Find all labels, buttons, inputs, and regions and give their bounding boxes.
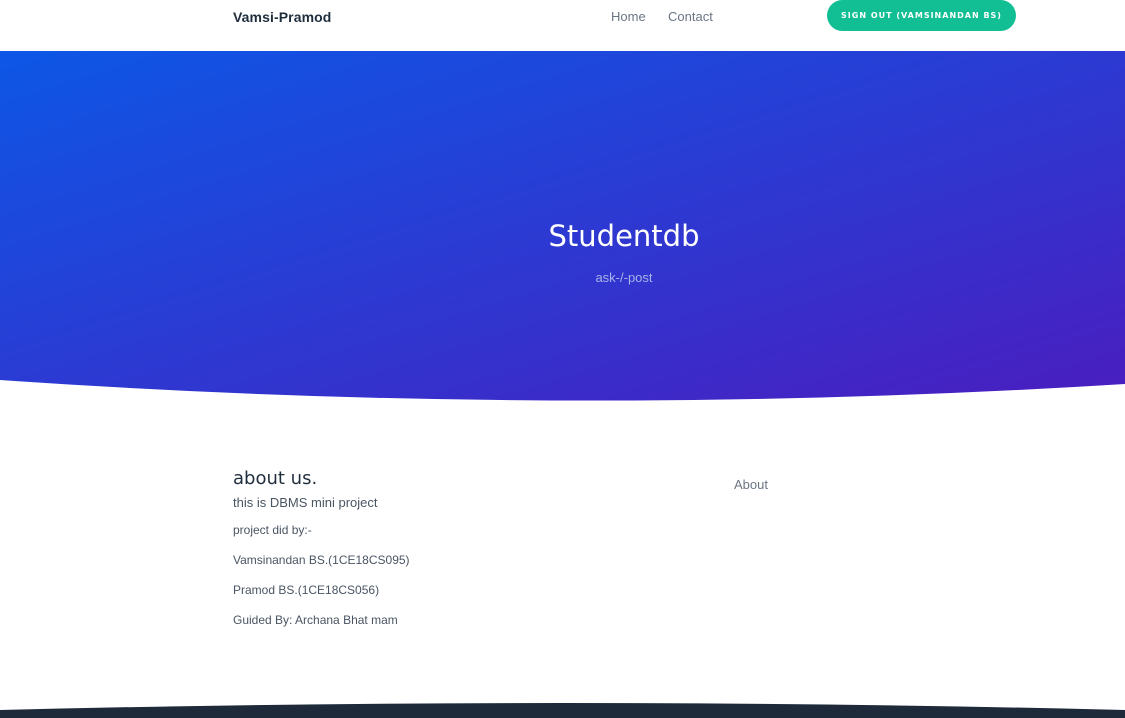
about-member-pramod: Pramod BS.(1CE18CS056)	[233, 583, 380, 597]
about-member-vamsinandan: Vamsinandan BS.(1CE18CS095)	[233, 553, 410, 567]
footer-shape	[0, 703, 1125, 718]
hero-section: Studentdb ask-/-post	[0, 51, 1125, 401]
footer-curve	[0, 703, 1125, 718]
about-guide: Guided By: Archana Bhat mam	[233, 613, 398, 627]
about-credits-label: project did by:-	[233, 523, 312, 537]
nav-link-contact[interactable]: Contact	[668, 9, 728, 24]
brand-logo[interactable]: Vamsi-Pramod	[233, 9, 331, 25]
navbar: Vamsi-Pramod Home Contact About SIGN OUT…	[0, 0, 1125, 492]
nav-link-home[interactable]: Home	[611, 9, 671, 24]
about-description: this is DBMS mini project	[233, 495, 378, 510]
sign-out-button[interactable]: SIGN OUT (VAMSINANDAN BS)	[827, 0, 1016, 31]
hero-title: Studentdb	[548, 219, 700, 253]
hero-subtitle: ask-/-post	[595, 270, 653, 285]
about-section: about us. this is DBMS mini project proj…	[233, 468, 833, 643]
nav-link-about[interactable]: About	[734, 477, 794, 492]
